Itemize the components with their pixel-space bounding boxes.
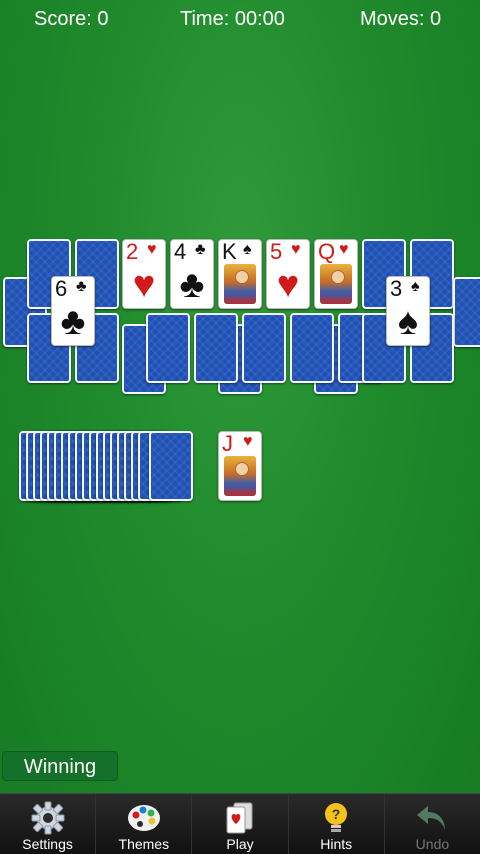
card-4-clubs[interactable]: 4 ♣ ♣ <box>170 239 214 309</box>
card-rank: 3 <box>390 276 403 301</box>
lightbulb-icon: ? <box>325 803 348 832</box>
undo-label: Undo <box>415 836 450 852</box>
play-button[interactable]: Play <box>192 794 289 854</box>
club-icon: ♣ <box>179 264 205 306</box>
heart-icon: ♥ <box>132 264 156 306</box>
settings-button[interactable]: Settings <box>0 794 97 854</box>
score-label: Score: 0 <box>34 8 109 30</box>
bottom-toolbar: Settings Themes Play ? Hints Undo <box>0 793 480 854</box>
card-back[interactable] <box>242 313 286 383</box>
moves-label: Moves: 0 <box>360 8 442 30</box>
card-king-spades[interactable]: K ♠ <box>218 239 262 309</box>
card-back[interactable] <box>290 313 334 383</box>
palette-icon <box>127 805 160 831</box>
card-rank: K <box>222 239 237 264</box>
card-rank: 2 <box>126 239 139 264</box>
heart-icon: ♥ <box>276 264 300 306</box>
play-label: Play <box>226 836 254 852</box>
queen-portrait-icon <box>320 264 352 304</box>
spade-icon: ♠ <box>243 241 252 258</box>
undo-arrow-icon <box>417 806 446 830</box>
card-2-hearts[interactable]: 2 ♥ ♥ <box>122 239 166 309</box>
card-rank: 5 <box>270 239 283 264</box>
card-rank: Q <box>318 239 336 264</box>
heart-icon: ♥ <box>243 433 253 450</box>
club-icon: ♣ <box>195 241 206 258</box>
heart-icon: ♥ <box>291 241 301 258</box>
time-label: Time: 00:00 <box>180 8 285 30</box>
winning-status: Winning <box>2 751 118 781</box>
waste-card-jack-hearts[interactable]: J ♥ <box>218 431 262 501</box>
card-queen-hearts[interactable]: Q ♥ <box>314 239 358 309</box>
stock-card[interactable] <box>149 431 193 501</box>
card-3-spades[interactable]: 3 ♠ ♠ <box>386 276 430 346</box>
card-6-clubs[interactable]: 6 ♣ ♣ <box>51 276 95 346</box>
undo-button[interactable]: Undo <box>385 794 480 854</box>
heart-icon: ♥ <box>339 241 349 258</box>
cards-icon <box>226 802 253 834</box>
spade-icon: ♠ <box>411 278 420 295</box>
themes-label: Themes <box>118 836 170 852</box>
card-back[interactable] <box>146 313 190 383</box>
hints-label: Hints <box>320 836 353 852</box>
card-rank: 6 <box>55 276 68 301</box>
card-back[interactable] <box>194 313 238 383</box>
svg-text:?: ? <box>332 806 341 822</box>
card-back[interactable] <box>453 277 480 347</box>
card-rank: 4 <box>174 239 187 264</box>
jack-portrait-icon <box>224 456 256 496</box>
heart-icon: ♥ <box>147 241 157 258</box>
themes-button[interactable]: Themes <box>96 794 193 854</box>
club-icon: ♣ <box>60 301 86 343</box>
club-icon: ♣ <box>76 278 87 295</box>
gear-icon <box>31 801 65 835</box>
king-portrait-icon <box>224 264 256 304</box>
settings-label: Settings <box>22 836 73 852</box>
card-5-hearts[interactable]: 5 ♥ ♥ <box>266 239 310 309</box>
spade-icon: ♠ <box>397 301 419 343</box>
card-rank: J <box>222 431 233 456</box>
hints-button[interactable]: ? Hints <box>289 794 385 854</box>
